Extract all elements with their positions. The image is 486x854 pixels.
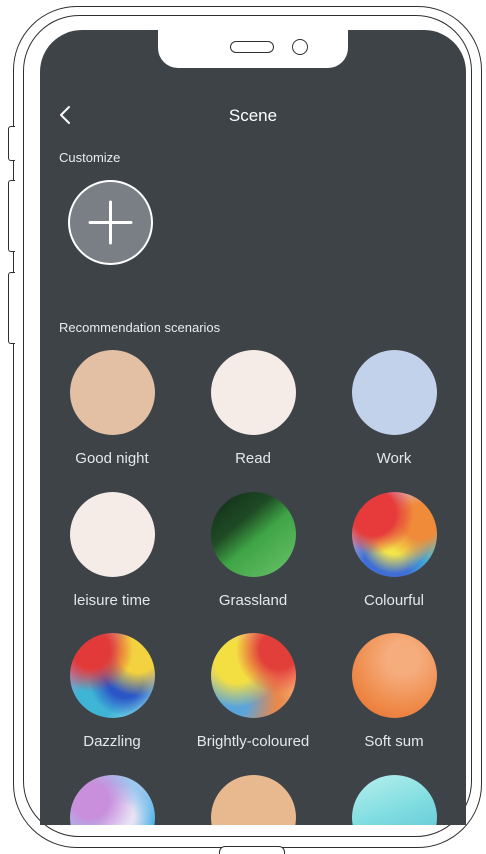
scene-swatch[interactable] — [69, 492, 155, 577]
app-screen: Scene Customize Recommendation scenarios… — [40, 30, 466, 825]
scene-read[interactable]: Read — [183, 350, 323, 467]
scene-swatch[interactable] — [210, 492, 296, 577]
scene-label: Good night — [75, 450, 149, 467]
scene-label: leisure time — [73, 592, 151, 609]
scene-swatch[interactable] — [351, 633, 437, 718]
phone-volume-down — [8, 272, 15, 344]
scene-label: Brightly-coloured — [196, 733, 310, 750]
scene-swatch[interactable] — [351, 350, 437, 435]
scene-good-night[interactable]: Good night — [42, 350, 182, 467]
scene-work[interactable]: Work — [324, 350, 464, 467]
phone-side-button — [8, 126, 15, 161]
scene-swatch[interactable] — [210, 350, 296, 435]
scene-label: Dazzling — [83, 733, 141, 750]
recommendations-section-label: Recommendation scenarios — [59, 320, 221, 335]
scene-colourful[interactable]: Colourful — [324, 492, 464, 609]
scene-swatch[interactable] — [69, 775, 155, 825]
scene-swatch[interactable] — [69, 633, 155, 718]
scene-swatch[interactable] — [69, 350, 155, 435]
scene-item[interactable] — [42, 775, 182, 825]
scene-swatch[interactable] — [210, 775, 296, 825]
scene-label: Read — [235, 450, 271, 467]
scene-soft-sum[interactable]: Soft sum — [324, 633, 464, 750]
plus-icon — [88, 200, 133, 245]
scene-leisure-time[interactable]: leisure time — [42, 492, 182, 609]
phone-volume-up — [8, 180, 15, 252]
scene-label: Soft sum — [364, 733, 424, 750]
scene-brightly-coloured[interactable]: Brightly-coloured — [183, 633, 323, 750]
phone-notch — [158, 30, 348, 68]
scene-item[interactable] — [324, 775, 464, 825]
scene-swatch[interactable] — [351, 775, 437, 825]
scene-label: Grassland — [218, 592, 288, 609]
scene-label: Colourful — [363, 592, 425, 609]
scene-dazzling[interactable]: Dazzling — [42, 633, 182, 750]
scene-swatch[interactable] — [351, 492, 437, 577]
add-scene-button[interactable] — [68, 180, 153, 265]
scene-label: Work — [376, 450, 412, 467]
page-title: Scene — [228, 106, 278, 125]
scene-swatch[interactable] — [210, 633, 296, 718]
speaker-grille — [230, 41, 274, 53]
customize-section-label: Customize — [59, 150, 121, 165]
front-camera — [292, 39, 308, 55]
scene-item[interactable] — [183, 775, 323, 825]
scene-grassland[interactable]: Grassland — [183, 492, 323, 609]
